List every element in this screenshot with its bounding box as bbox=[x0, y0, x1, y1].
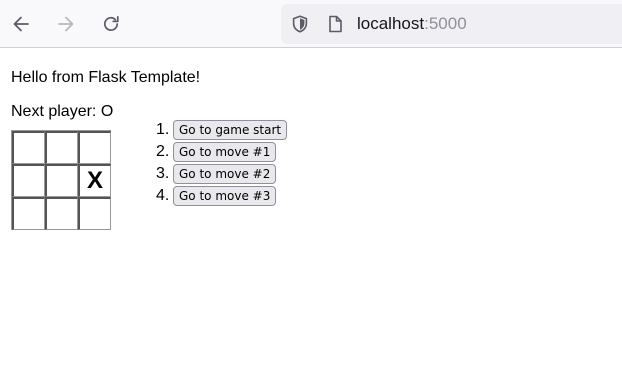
greeting-text: Hello from Flask Template! bbox=[11, 69, 201, 86]
move-number: 4. bbox=[156, 187, 170, 204]
board-row bbox=[12, 131, 111, 164]
square-2[interactable] bbox=[78, 131, 111, 164]
move-list-item: 4. Go to move #3 bbox=[156, 185, 287, 207]
square-5[interactable]: X bbox=[78, 164, 111, 197]
go-to-move-3-button[interactable]: Go to move #3 bbox=[173, 186, 277, 206]
back-button[interactable] bbox=[5, 8, 37, 40]
url-text[interactable]: localhost:5000 bbox=[357, 14, 467, 34]
move-history-list: 1. Go to game start 2. Go to move #1 3. … bbox=[156, 119, 288, 207]
move-list-item: 1. Go to game start bbox=[156, 119, 288, 141]
next-player-status: Next player: O bbox=[11, 103, 114, 120]
square-7[interactable] bbox=[45, 197, 78, 230]
square-1[interactable] bbox=[45, 131, 78, 164]
board-row bbox=[12, 197, 111, 230]
arrow-left-icon bbox=[13, 16, 29, 32]
go-to-move-1-button[interactable]: Go to move #1 bbox=[173, 142, 277, 162]
square-6[interactable] bbox=[12, 197, 45, 230]
move-number: 2. bbox=[156, 143, 170, 160]
go-to-game-start-button[interactable]: Go to game start bbox=[173, 120, 288, 140]
move-list-item: 2. Go to move #1 bbox=[156, 141, 287, 163]
move-number: 1. bbox=[156, 121, 170, 138]
game-board: X bbox=[11, 130, 111, 230]
url-host: localhost bbox=[357, 14, 425, 33]
reload-button[interactable] bbox=[95, 8, 127, 40]
shield-icon[interactable] bbox=[290, 14, 310, 34]
forward-button[interactable] bbox=[50, 8, 82, 40]
go-to-move-2-button[interactable]: Go to move #2 bbox=[173, 164, 277, 184]
move-list-item: 3. Go to move #2 bbox=[156, 163, 287, 185]
url-port: :5000 bbox=[424, 14, 467, 33]
square-8[interactable] bbox=[78, 197, 111, 230]
reload-icon bbox=[103, 15, 119, 32]
page-icon[interactable] bbox=[325, 14, 345, 34]
arrow-right-icon bbox=[58, 16, 74, 32]
square-0[interactable] bbox=[12, 131, 45, 164]
url-bar[interactable]: localhost:5000 bbox=[281, 4, 622, 44]
square-4[interactable] bbox=[45, 164, 78, 197]
move-number: 3. bbox=[156, 165, 170, 182]
browser-toolbar: localhost:5000 bbox=[0, 0, 622, 48]
square-3[interactable] bbox=[12, 164, 45, 197]
page-content: Hello from Flask Template! Next player: … bbox=[0, 49, 622, 375]
board-row: X bbox=[12, 164, 111, 197]
